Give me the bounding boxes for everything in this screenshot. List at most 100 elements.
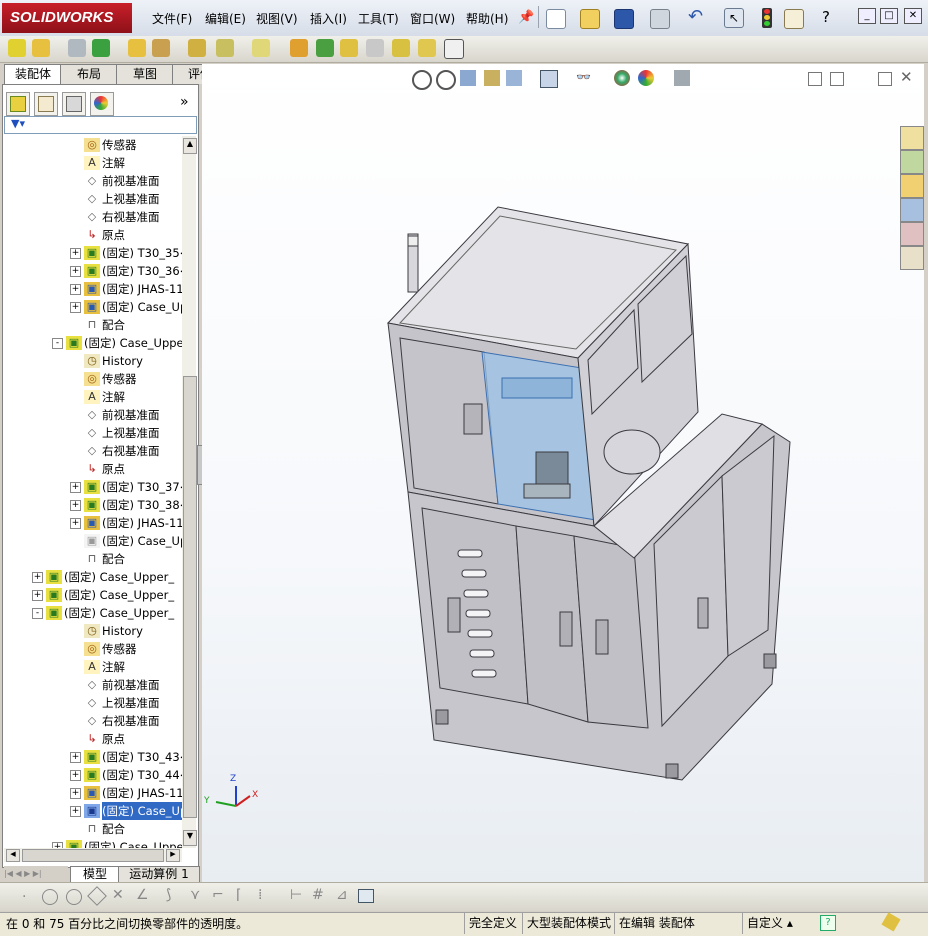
menu-view[interactable]: 视图(V) (256, 10, 298, 27)
collapse-icon[interactable]: - (52, 338, 63, 349)
scroll-down-icon[interactable]: ▼ (183, 830, 197, 846)
undo-icon[interactable]: ↶ (688, 6, 703, 27)
expand-icon[interactable]: + (32, 572, 43, 583)
task-pane-home-icon[interactable] (900, 126, 924, 150)
menu-edit[interactable]: 编辑(E) (205, 10, 246, 27)
construction-geometry-icon[interactable]: ⁞ (258, 887, 262, 903)
door-handle[interactable] (595, 619, 609, 655)
expand-icon[interactable]: + (70, 266, 81, 277)
expand-icon[interactable]: + (70, 518, 81, 529)
grid-icon[interactable]: # (312, 887, 324, 903)
tab-sketch[interactable]: 草图 (116, 64, 174, 84)
relations-icon[interactable]: ⊿ (336, 887, 348, 903)
tab-model[interactable]: 模型 (70, 866, 120, 883)
assembly-features-icon[interactable] (216, 39, 234, 57)
door-handle[interactable] (447, 597, 461, 633)
menu-file[interactable]: 文件(F) (152, 10, 192, 27)
file-explorer-icon[interactable] (900, 174, 924, 198)
mirror-icon[interactable]: ⋎ (190, 887, 200, 903)
menu-help[interactable]: 帮助(H) (466, 10, 508, 27)
expand-icon[interactable]: + (70, 770, 81, 781)
pin-icon[interactable]: 📌 (518, 10, 534, 25)
door-handle[interactable] (697, 597, 709, 629)
expand-icon[interactable]: + (70, 284, 81, 295)
expand-icon[interactable]: + (70, 752, 81, 763)
status-help-icon[interactable]: ? (820, 915, 836, 931)
reference-geometry-icon[interactable] (252, 39, 270, 57)
linear-pattern-icon[interactable] (92, 39, 110, 57)
menu-window[interactable]: 窗口(W) (410, 10, 455, 27)
menu-insert[interactable]: 插入(I) (310, 10, 347, 27)
restore-button[interactable]: □ (880, 8, 898, 24)
panel-more-button[interactable]: » (180, 94, 189, 110)
bill-of-materials-icon[interactable] (316, 39, 334, 57)
close-button[interactable]: ✕ (904, 8, 922, 24)
polygon-icon[interactable] (87, 886, 107, 906)
hscroll-thumb[interactable] (22, 849, 164, 862)
tree-horizontal-scrollbar[interactable]: ◀ ▶ (4, 848, 182, 862)
scroll-up-icon[interactable]: ▲ (183, 138, 197, 154)
scroll-left-icon[interactable]: ◀ (6, 849, 20, 862)
select-arrow-icon[interactable]: ↖ (724, 8, 744, 28)
minimize-button[interactable]: _ (858, 8, 876, 24)
smart-fasteners-icon[interactable] (128, 39, 146, 57)
instant3d-icon[interactable] (392, 39, 410, 57)
help-icon[interactable]: ? (822, 8, 830, 26)
table-icon[interactable] (358, 889, 374, 903)
circle-icon[interactable] (42, 889, 58, 905)
expand-icon[interactable]: + (70, 248, 81, 259)
configuration-manager-tab-icon[interactable] (62, 92, 86, 116)
upper-door-handle[interactable] (463, 403, 483, 435)
tree-filter-box[interactable]: ▼▾ (4, 116, 197, 134)
new-document-icon[interactable] (546, 9, 566, 29)
graphics-viewport[interactable]: 👓 ✕ Z Y X (202, 64, 924, 882)
expand-icon[interactable]: + (70, 482, 81, 493)
offset-icon[interactable]: ⟆ (166, 887, 171, 903)
design-library-icon[interactable] (900, 150, 924, 174)
feature-manager-tab-icon[interactable] (6, 92, 30, 116)
display-manager-tab-icon[interactable] (90, 92, 114, 116)
expand-icon[interactable]: + (70, 500, 81, 511)
explode-line-icon[interactable] (366, 39, 384, 57)
expand-icon[interactable]: + (70, 788, 81, 799)
mate-toolbar-icon[interactable] (68, 39, 86, 57)
tree-vertical-scrollbar[interactable]: ▲ ▼ (182, 136, 197, 848)
rebuild-traffic-light-icon[interactable] (762, 8, 772, 28)
funnel-icon[interactable]: ▼▾ (11, 117, 25, 130)
solidworks-logo[interactable]: SOLIDWORKS (2, 3, 132, 33)
open-folder-icon[interactable] (580, 9, 600, 29)
perimeter-circle-icon[interactable] (66, 889, 82, 905)
tab-motion-study[interactable]: 运动算例 1 (118, 866, 200, 883)
move-component-icon[interactable] (152, 39, 170, 57)
snapshot-icon[interactable] (444, 39, 464, 59)
print-icon[interactable] (650, 9, 670, 29)
collapse-icon[interactable]: - (32, 608, 43, 619)
expand-icon[interactable]: + (32, 590, 43, 601)
scroll-thumb[interactable] (183, 376, 197, 818)
custom-properties-icon[interactable] (900, 246, 924, 270)
point-icon[interactable]: · (22, 889, 26, 905)
new-motion-study-icon[interactable] (290, 39, 308, 57)
trim-icon[interactable]: ✕ (112, 887, 124, 903)
tab-assembly[interactable]: 装配体 (4, 64, 62, 84)
tab-nav-arrows[interactable]: |◀ ◀ ▶ ▶| (4, 866, 68, 881)
show-hidden-icon[interactable] (188, 39, 206, 57)
property-manager-tab-icon[interactable] (34, 92, 58, 116)
chamfer-icon[interactable]: ⌈ (236, 887, 241, 903)
menu-tools[interactable]: 工具(T) (358, 10, 399, 27)
new-part-icon[interactable] (32, 39, 50, 57)
door-handle[interactable] (559, 611, 573, 647)
options-icon[interactable] (784, 9, 804, 29)
machine-model[interactable] (202, 64, 924, 882)
scroll-right-icon[interactable]: ▶ (166, 849, 180, 862)
status-units-dropdown[interactable]: 自定义 ▴ (742, 912, 807, 934)
smart-dimension-icon[interactable]: ⊢ (290, 887, 302, 903)
fillet-icon[interactable]: ⌐ (212, 887, 224, 903)
extend-icon[interactable]: ∠ (136, 887, 149, 903)
exploded-view-icon[interactable] (340, 39, 358, 57)
appearances-icon[interactable] (900, 222, 924, 246)
expand-icon[interactable]: + (70, 302, 81, 313)
expand-icon[interactable]: + (70, 806, 81, 817)
save-icon[interactable] (614, 9, 634, 29)
tab-layout[interactable]: 布局 (60, 64, 118, 84)
